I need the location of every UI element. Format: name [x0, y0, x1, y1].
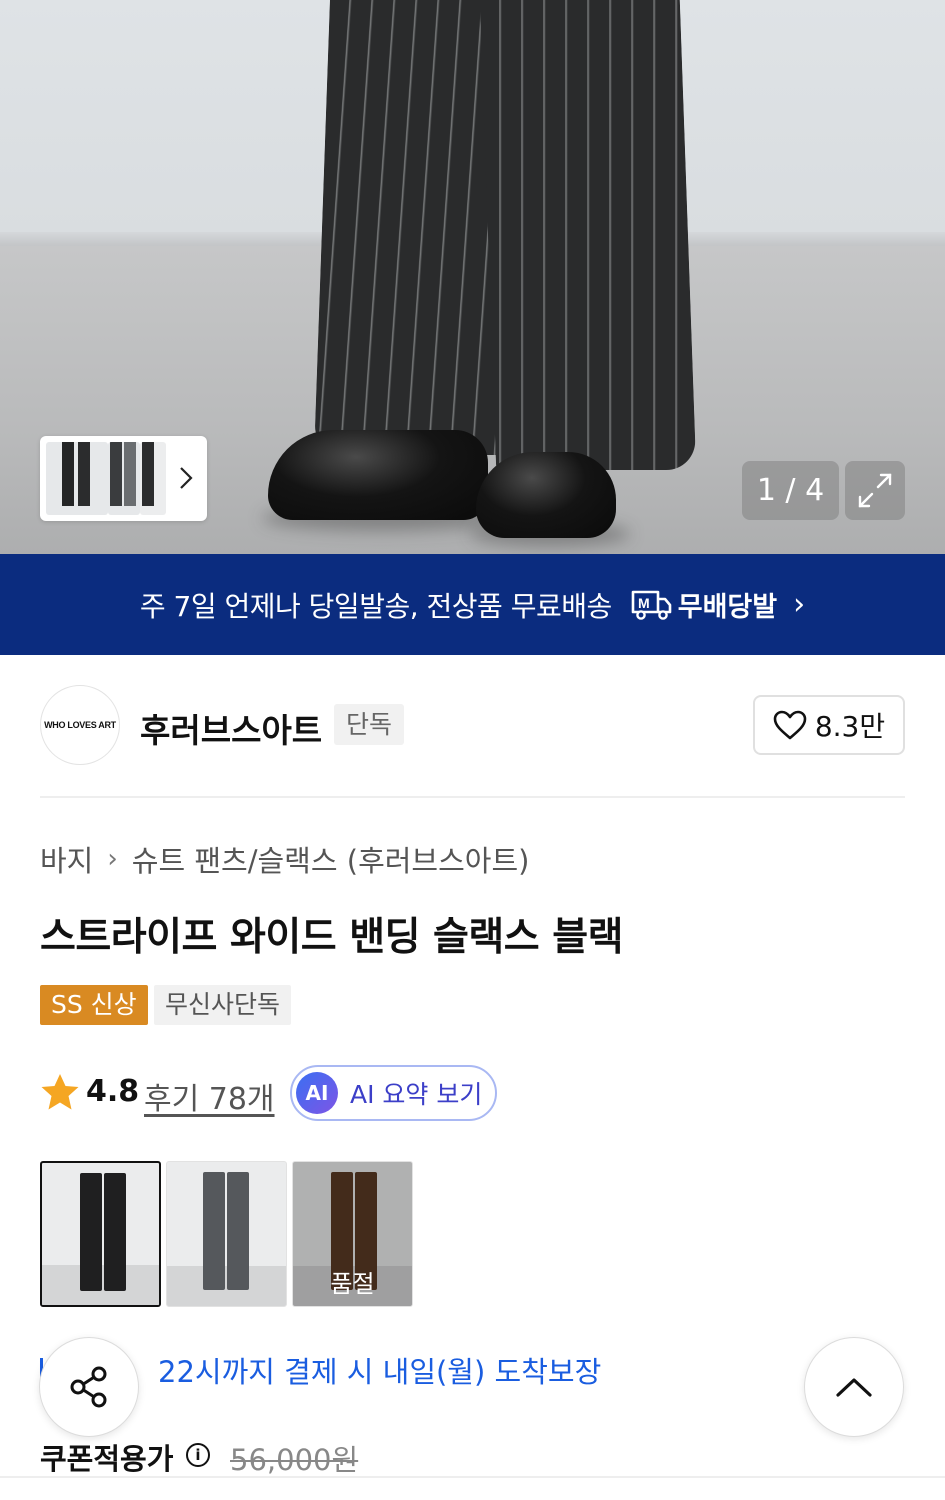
- brand-name[interactable]: 후러브스아트: [140, 704, 322, 752]
- banner-text: 주 7일 언제나 당일발송, 전상품 무료배송: [139, 589, 612, 623]
- breadcrumb-category[interactable]: 바지: [40, 838, 93, 880]
- thumbnail-1[interactable]: [46, 442, 108, 515]
- color-option-brown[interactable]: 품절: [292, 1161, 413, 1307]
- ai-icon: AI: [296, 1072, 338, 1114]
- divider: [0, 1476, 945, 1478]
- banner-chevron-right-icon: ›: [793, 587, 806, 622]
- color-option-gray[interactable]: [166, 1161, 287, 1307]
- chevron-right-icon[interactable]: [179, 466, 193, 494]
- badge-new-season: SS 신상: [40, 985, 148, 1025]
- info-icon[interactable]: i: [186, 1443, 210, 1467]
- heart-icon: [773, 710, 807, 740]
- thumbnail-2[interactable]: [108, 442, 140, 515]
- brand-avatar-text: WHO LOVES ART: [44, 720, 116, 730]
- color-option-black[interactable]: [40, 1161, 161, 1307]
- star-icon: [41, 1074, 79, 1110]
- trouser-right-leg: [479, 0, 697, 470]
- truck-m-icon: M: [631, 590, 672, 620]
- chevron-up-icon: [836, 1378, 872, 1397]
- breadcrumb: 바지 › 슈트 팬츠/슬랙스 (후러브스아트): [40, 838, 529, 880]
- scroll-to-top-button[interactable]: [804, 1337, 904, 1437]
- breadcrumb-subcategory[interactable]: 슈트 팬츠/슬랙스 (후러브스아트): [132, 838, 530, 880]
- share-button[interactable]: [39, 1337, 139, 1437]
- product-image-carousel[interactable]: 1 / 4: [0, 0, 945, 554]
- breadcrumb-separator-icon: ›: [107, 844, 118, 874]
- expand-button[interactable]: [845, 461, 905, 520]
- svg-text:M: M: [638, 595, 650, 611]
- brand-avatar[interactable]: WHO LOVES ART: [40, 685, 120, 765]
- brand-like-button[interactable]: 8.3만: [753, 695, 905, 755]
- rating-score: 4.8: [86, 1074, 140, 1109]
- review-count-link[interactable]: 후기 78개: [144, 1074, 275, 1118]
- brand-exclusive-tag: 단독: [334, 704, 405, 745]
- thumbnail-3[interactable]: [140, 442, 166, 515]
- expand-icon: [858, 473, 892, 508]
- banner-logo: M 무배당발: [630, 585, 777, 624]
- delivery-text: 22시까지 결제 시 내일(월) 도착보장: [158, 1355, 602, 1389]
- image-counter: 1 / 4: [742, 461, 839, 520]
- shoe-left: [268, 430, 488, 520]
- product-title: 스트라이프 와이드 밴딩 슬랙스 블랙: [40, 915, 624, 960]
- ai-summary-button[interactable]: AI AI 요약 보기: [290, 1065, 497, 1121]
- share-icon: [70, 1366, 107, 1408]
- original-price: 56,000원: [230, 1443, 359, 1477]
- ai-summary-label: AI 요약 보기: [350, 1080, 483, 1109]
- shoe-right: [476, 452, 616, 538]
- thumbnail-strip[interactable]: [40, 436, 207, 521]
- soldout-label: 품절: [330, 1270, 375, 1298]
- coupon-price-label: 쿠폰적용가: [40, 1442, 174, 1476]
- like-count: 8.3만: [814, 710, 886, 743]
- badge-exclusive: 무신사단독: [154, 985, 292, 1025]
- free-shipping-banner[interactable]: 주 7일 언제나 당일발송, 전상품 무료배송 M 무배당발 ›: [0, 554, 945, 655]
- divider: [40, 796, 905, 798]
- banner-logo-text: 무배당발: [677, 592, 778, 623]
